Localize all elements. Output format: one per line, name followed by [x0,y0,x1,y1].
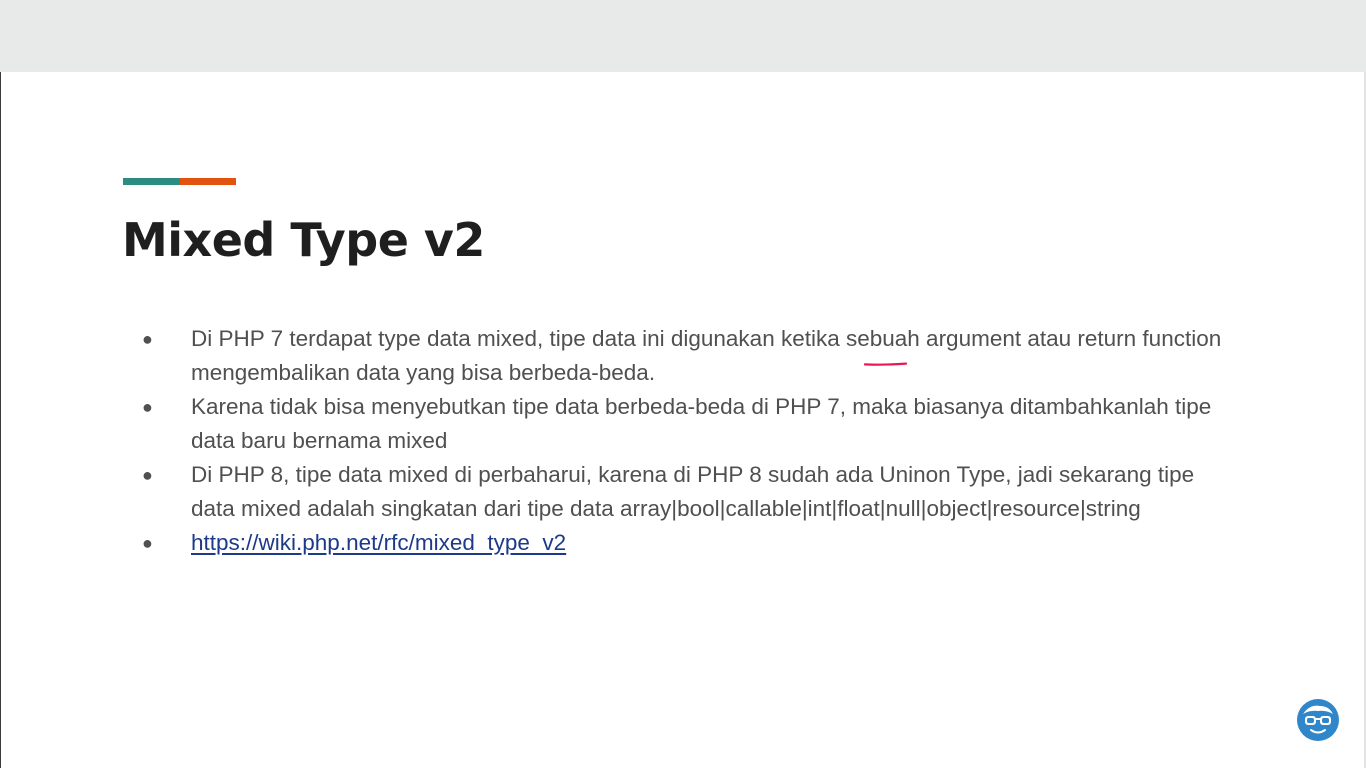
glasses-face-logo-icon [1297,699,1339,741]
logo-bridge [1315,718,1321,720]
logo-lens-right-inner [1322,718,1329,723]
bullet-list: ● Di PHP 7 terdapat type data mixed, tip… [140,322,1240,560]
bullet-dot-icon: ● [142,465,153,485]
pen-stroke-path [864,362,907,366]
bullet-text: Karena tidak bisa menyebutkan tipe data … [191,394,1212,453]
bullet-item: ● https://wiki.php.net/rfc/mixed_type_v2 [140,526,1240,560]
bullet-item: ● Karena tidak bisa menyebutkan tipe dat… [140,390,1240,458]
bullet-dot-icon: ● [142,533,153,553]
bullet-text: Di PHP 7 terdapat type data mixed, tipe … [191,326,1222,385]
pen-annotation-stroke [864,362,907,366]
bullet-dot-icon: ● [142,329,153,349]
logo-lens-left-inner [1307,718,1314,723]
rfc-link[interactable]: https://wiki.php.net/rfc/mixed_type_v2 [191,530,566,555]
accent-bar [123,178,236,185]
slide-title: Mixed Type v2 [122,213,485,267]
accent-bar-orange [180,178,236,185]
bullet-item: ● Di PHP 8, tipe data mixed di perbaharu… [140,458,1240,526]
bullet-dot-icon: ● [142,397,153,417]
top-bar [0,0,1366,72]
accent-bar-teal [123,178,180,185]
bullet-text: Di PHP 8, tipe data mixed di perbaharui,… [191,462,1195,521]
bullet-item: ● Di PHP 7 terdapat type data mixed, tip… [140,322,1240,390]
